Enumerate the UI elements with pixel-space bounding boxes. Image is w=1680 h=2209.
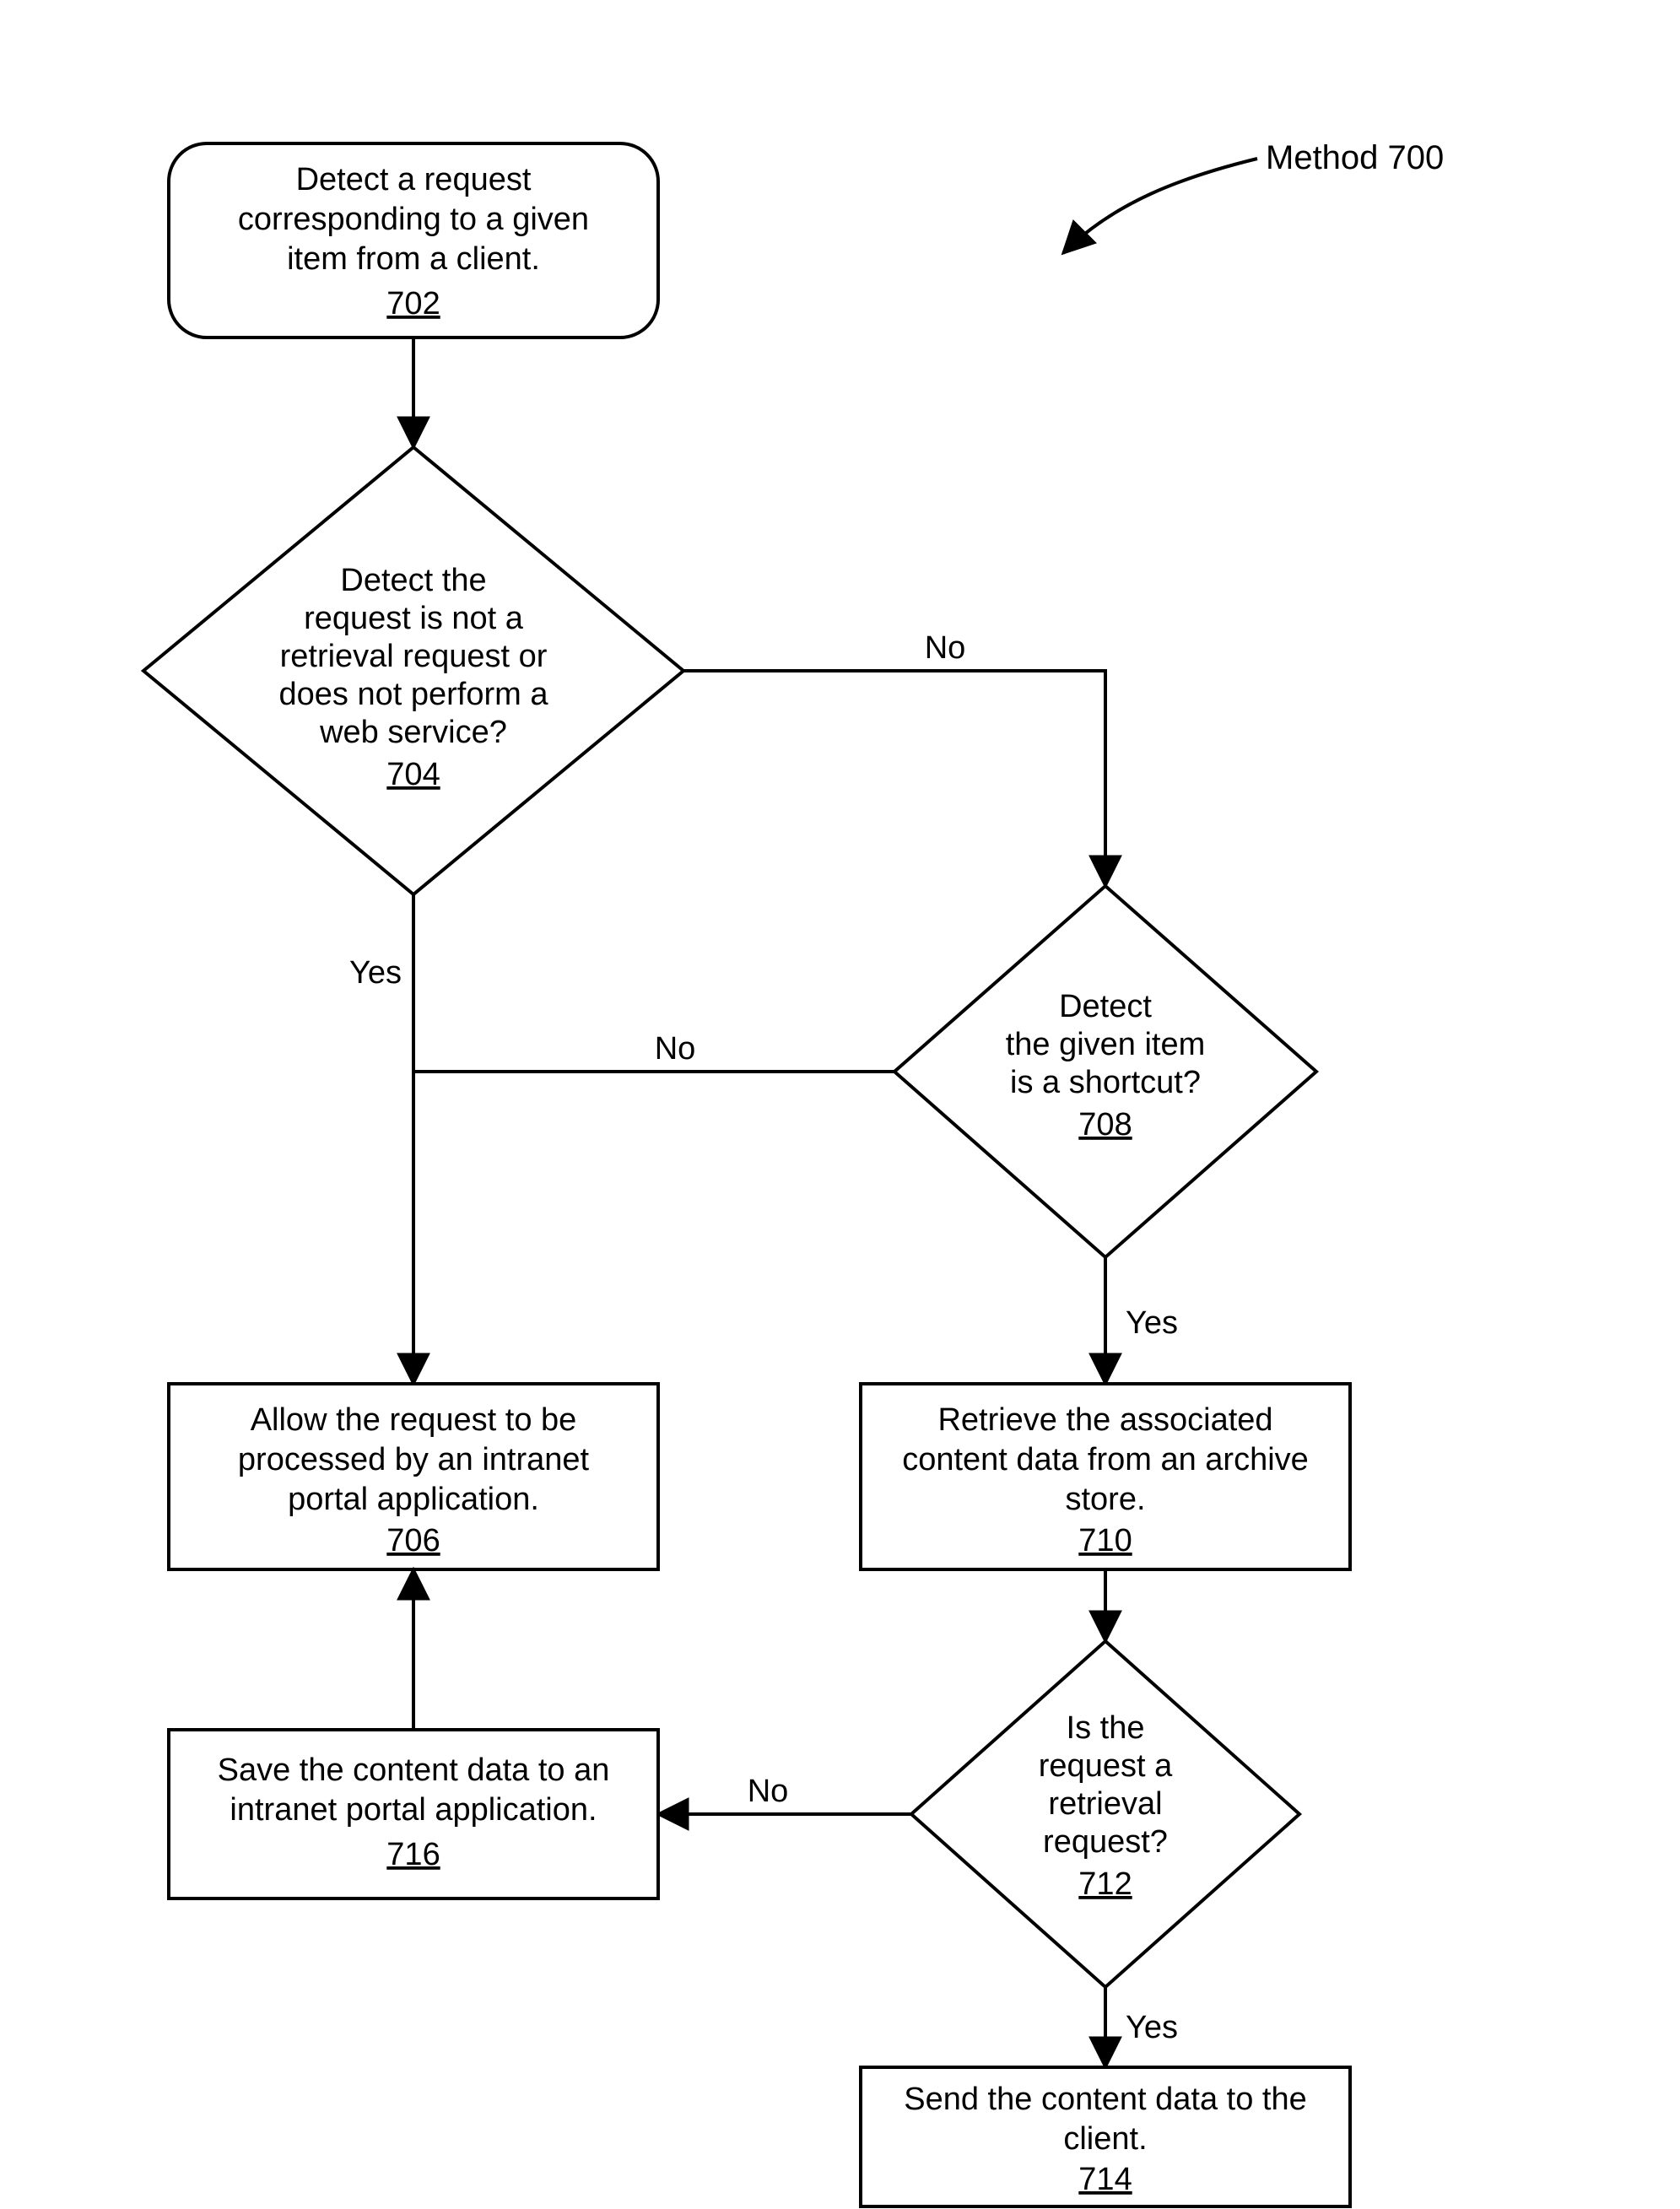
node-704-line2: request is not a (304, 601, 524, 636)
edge-712-no-label: No (748, 1774, 789, 1809)
node-714-ref: 714 (1078, 2162, 1132, 2197)
node-704-ref: 704 (386, 757, 440, 792)
node-710: Retrieve the associated content data fro… (861, 1384, 1350, 1569)
node-702-line2: corresponding to a given (238, 202, 589, 237)
node-712-ref: 712 (1078, 1866, 1132, 1902)
node-714-line2: client. (1063, 2121, 1147, 2157)
edge-704-yes-label: Yes (349, 955, 402, 991)
node-706-line1: Allow the request to be (251, 1402, 577, 1438)
node-706-line3: portal application. (288, 1482, 539, 1517)
node-714: Send the content data to the client. 714 (861, 2067, 1350, 2206)
node-710-line1: Retrieve the associated (937, 1402, 1272, 1438)
node-708-line3: is a shortcut? (1010, 1065, 1201, 1100)
node-708-line2: the given item (1006, 1027, 1206, 1062)
node-712-line4: request? (1043, 1824, 1168, 1860)
node-712: Is the request a retrieval request? 712 (911, 1641, 1299, 1987)
node-716-line1: Save the content data to an (218, 1753, 610, 1788)
title-group: Method 700 (1063, 139, 1444, 253)
node-708-line1: Detect (1059, 989, 1152, 1024)
node-712-line1: Is the (1067, 1710, 1145, 1746)
node-702: Detect a request corresponding to a give… (169, 143, 658, 338)
node-704-line4: does not perform a (279, 677, 549, 712)
node-702-ref: 702 (386, 286, 440, 321)
node-702-line1: Detect a request (296, 162, 532, 197)
node-704-line5: web service? (319, 715, 507, 750)
edge-704-no-label: No (925, 630, 966, 666)
node-716-line2: intranet portal application. (230, 1792, 597, 1828)
node-716: Save the content data to an intranet por… (169, 1730, 658, 1898)
node-704-line3: retrieval request or (280, 639, 548, 674)
title-pointer (1063, 159, 1257, 253)
title-text: Method 700 (1266, 139, 1444, 176)
node-704: Detect the request is not a retrieval re… (143, 447, 683, 894)
edge-708-no-label: No (655, 1031, 696, 1067)
edge-708-yes-label: Yes (1126, 1305, 1178, 1341)
edge-712-yes-label: Yes (1126, 2010, 1178, 2045)
node-710-line3: store. (1065, 1482, 1145, 1517)
node-706-line2: processed by an intranet (238, 1442, 590, 1477)
node-712-line3: retrieval (1048, 1786, 1162, 1822)
flowchart-canvas: Method 700 Detect a request correspondin… (0, 0, 1680, 2209)
edge-704-no (683, 671, 1105, 886)
node-710-line2: content data from an archive (902, 1442, 1309, 1477)
node-708-ref: 708 (1078, 1107, 1132, 1142)
node-714-line1: Send the content data to the (904, 2082, 1307, 2117)
node-704-line1: Detect the (340, 563, 486, 598)
node-706-ref: 706 (386, 1523, 440, 1558)
node-702-line3: item from a client. (287, 241, 540, 277)
node-706: Allow the request to be processed by an … (169, 1384, 658, 1569)
node-708: Detect the given item is a shortcut? 708 (894, 886, 1316, 1257)
node-710-ref: 710 (1078, 1523, 1132, 1558)
node-716-ref: 716 (386, 1837, 440, 1872)
node-712-line2: request a (1039, 1748, 1173, 1784)
